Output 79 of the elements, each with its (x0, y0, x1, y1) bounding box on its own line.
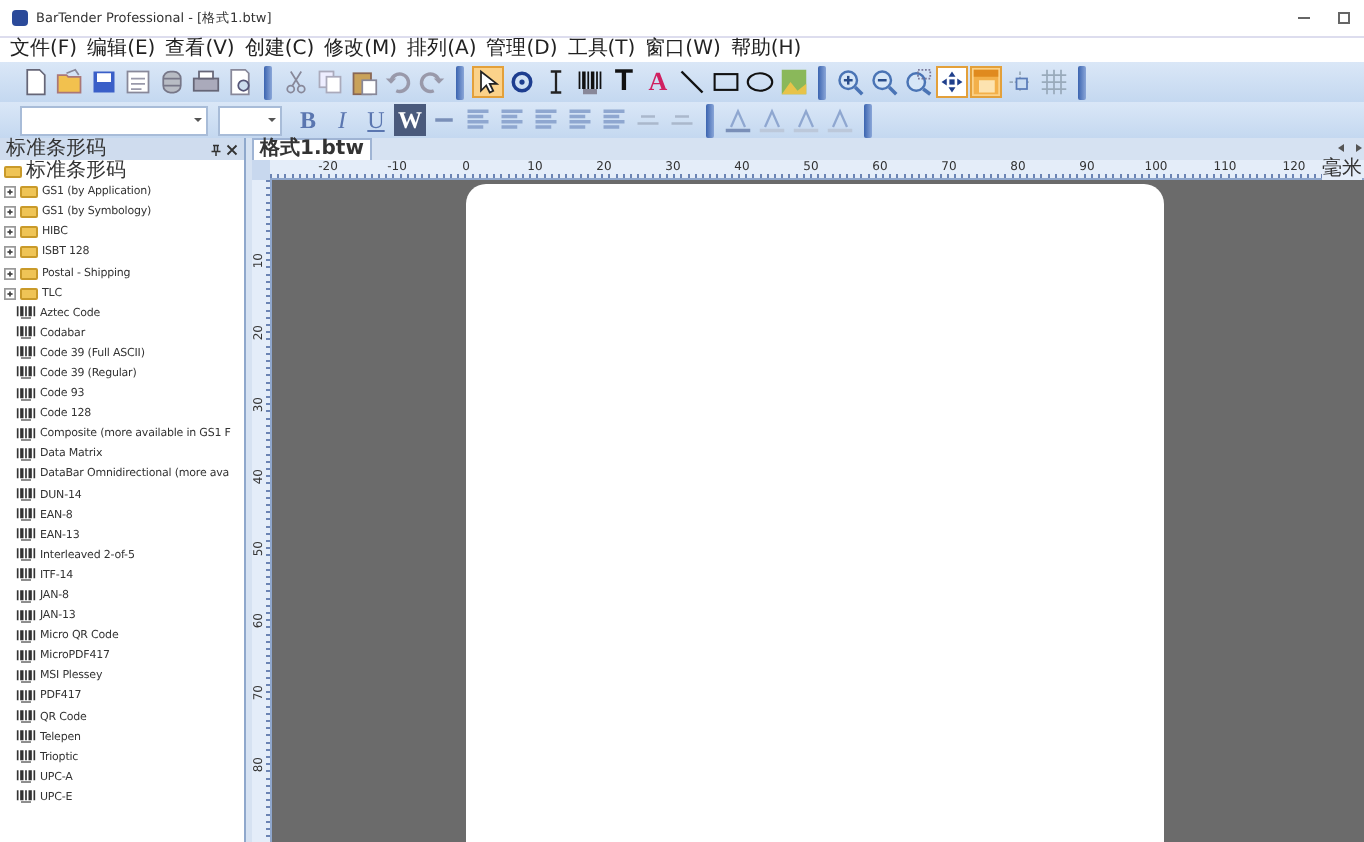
scroll-left-icon[interactable] (1336, 142, 1348, 154)
line-tool-icon[interactable] (676, 66, 708, 98)
barcode-icon (16, 589, 36, 604)
barcode-icon (16, 427, 36, 442)
barcode-tool-icon[interactable] (574, 66, 606, 98)
menu-item[interactable]: 编辑(E) (85, 38, 158, 62)
menu-item[interactable]: 查看(V) (163, 38, 237, 62)
menu-item[interactable]: 修改(M) (322, 38, 400, 62)
database-tool-icon[interactable] (156, 66, 188, 98)
preview-tool-icon[interactable] (224, 66, 256, 98)
expand-icon[interactable] (4, 186, 16, 199)
barcode-icon (16, 306, 36, 321)
barcode-icon (16, 790, 36, 805)
pin-icon[interactable] (210, 143, 222, 155)
barcode-icon (16, 710, 36, 725)
barcode-icon (16, 407, 36, 422)
cut-tool-icon[interactable] (280, 66, 312, 98)
menu-item[interactable]: 窗口(W) (643, 38, 723, 62)
barcode-icon (16, 528, 36, 543)
barcode-icon (16, 649, 36, 664)
fontcolor-tool-icon[interactable] (722, 104, 754, 136)
barcode-icon (16, 568, 36, 583)
expand-icon[interactable] (4, 287, 16, 300)
document-tab[interactable]: 格式1.btw (252, 138, 372, 160)
paste-tool-icon[interactable] (348, 66, 380, 98)
open-tool-icon[interactable] (54, 66, 86, 98)
dropdown-field[interactable] (20, 105, 208, 135)
barcode-icon (16, 346, 36, 361)
undo-tool-icon[interactable] (382, 66, 414, 98)
expand-icon[interactable] (4, 267, 16, 280)
wordwrap-button[interactable]: W (394, 104, 426, 136)
save-tool-icon[interactable] (88, 66, 120, 98)
close-icon[interactable] (226, 143, 238, 155)
barcode-icon (16, 366, 36, 381)
richtext-tool-icon[interactable]: A (642, 66, 674, 98)
barcode-icon (16, 387, 36, 402)
barcode-icon (16, 508, 36, 523)
menu-item[interactable]: 排列(A) (405, 38, 479, 62)
text-tool-icon[interactable]: T (608, 66, 640, 98)
zoomin-tool-icon[interactable] (834, 66, 866, 98)
barcode-icon (16, 609, 36, 624)
barcode-icon (16, 770, 36, 785)
menu-item[interactable]: 创建(C) (242, 38, 317, 62)
menu-item[interactable]: 管理(D) (484, 38, 560, 62)
pointer-tool-icon[interactable] (472, 66, 504, 98)
menu-item[interactable]: 工具(T) (565, 38, 638, 62)
expand-icon[interactable] (4, 226, 16, 239)
dropdown-field[interactable] (218, 105, 282, 135)
ruler-corner (252, 160, 270, 180)
print-tool-icon[interactable] (190, 66, 222, 98)
barcode-icon (16, 629, 36, 644)
copy-tool-icon[interactable] (314, 66, 346, 98)
zoomout-tool-icon[interactable] (868, 66, 900, 98)
barcode-icon (16, 488, 36, 503)
expand-icon[interactable] (4, 246, 16, 259)
maximize-icon[interactable] (1336, 10, 1352, 26)
caret-icon (194, 117, 202, 125)
barcode-icon (16, 750, 36, 765)
menu-item[interactable]: 帮助(H) (728, 38, 804, 62)
menu-item[interactable]: 文件(F) (8, 38, 80, 62)
tree-item[interactable]: 标准条形码 (26, 162, 126, 183)
panel-title: 标准条形码 (6, 138, 106, 160)
redo-tool-icon[interactable] (416, 66, 448, 98)
ellipse-tool-icon[interactable] (744, 66, 776, 98)
zoomfit-tool-icon[interactable] (902, 66, 934, 98)
scroll-right-icon[interactable] (1352, 142, 1364, 154)
caret-icon (268, 117, 276, 125)
ruler-unit: 毫米 (1322, 160, 1362, 180)
app-icon (12, 10, 28, 26)
barcode-icon (16, 326, 36, 341)
barcode-icon (16, 669, 36, 684)
barcode-icon (16, 447, 36, 462)
page-tool-icon[interactable] (122, 66, 154, 98)
new-tool-icon[interactable] (20, 66, 52, 98)
barcode-icon (16, 730, 36, 745)
barcode-icon (16, 689, 36, 704)
barcode-icon (16, 467, 36, 482)
barcode-icon (16, 548, 36, 563)
expand-icon[interactable] (4, 206, 16, 219)
